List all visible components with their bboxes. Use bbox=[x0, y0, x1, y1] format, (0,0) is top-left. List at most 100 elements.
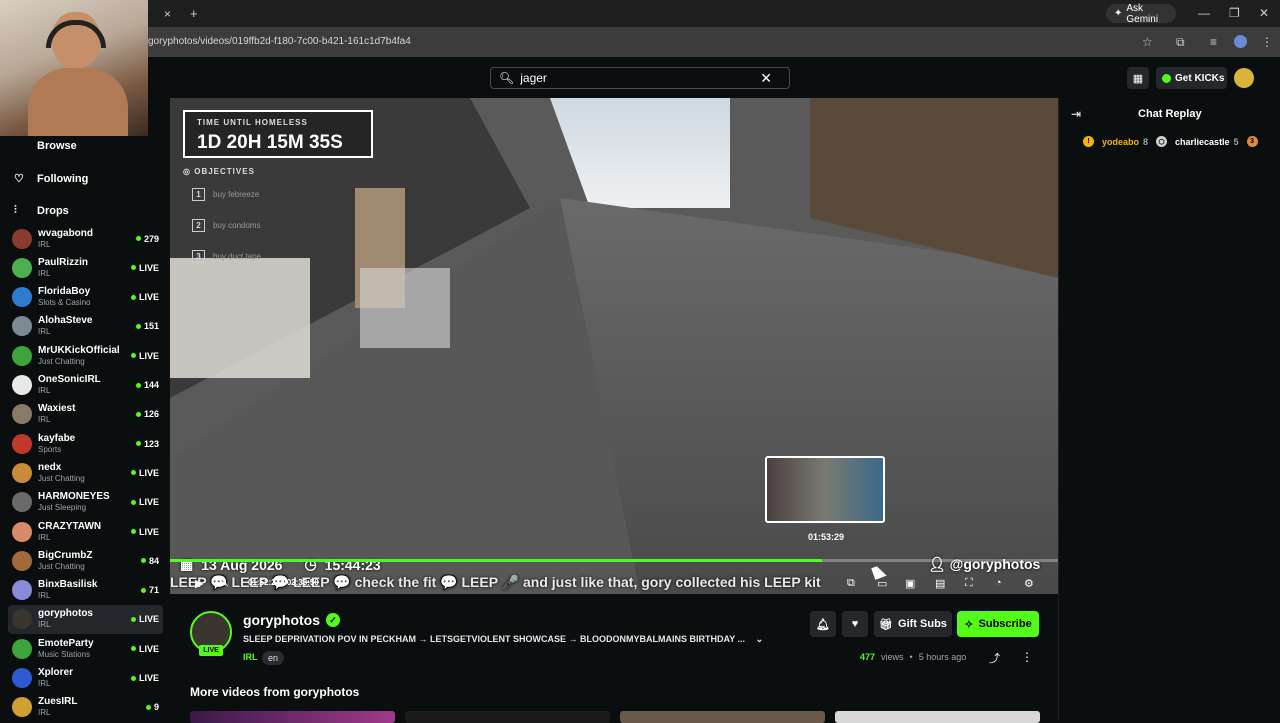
sidebar-channel-zuesirl[interactable]: ZuesIRL IRL 9 bbox=[8, 693, 163, 722]
clip-icon[interactable]: ⧉ bbox=[847, 577, 855, 590]
nav-drops[interactable]: ⫶ Drops bbox=[14, 204, 69, 217]
leader-2-name[interactable]: charliecastle bbox=[1175, 137, 1230, 147]
leader-1-name[interactable]: yodeabo bbox=[1102, 137, 1139, 147]
sidebar-channel-wvagabond[interactable]: wvagabond IRL 279 bbox=[8, 224, 163, 253]
channel-category: IRL bbox=[38, 708, 51, 718]
channel-text: Waxiest IRL bbox=[38, 403, 136, 425]
subscribe-label: Subscribe bbox=[978, 618, 1032, 630]
sidebar-channel-xplorer[interactable]: Xplorer IRL LIVE bbox=[8, 664, 163, 693]
channel-status-text: LIVE bbox=[138, 614, 159, 625]
play-icon[interactable]: ▶ bbox=[195, 577, 203, 590]
theater-icon[interactable]: ▭ bbox=[877, 577, 887, 590]
new-tab-button[interactable]: + bbox=[190, 6, 198, 21]
channel-status: LIVE bbox=[130, 468, 159, 478]
notify-button[interactable]: 🔔︎ bbox=[810, 611, 836, 637]
video-thumbnail-3[interactable] bbox=[620, 711, 825, 723]
sidebar-channel-emoteparty[interactable]: EmoteParty Music Stations LIVE bbox=[8, 634, 163, 663]
share-icon[interactable]: ⤴ bbox=[989, 650, 1000, 666]
sidebar-channel-crazytawn[interactable]: CRAZYTAWN IRL LIVE bbox=[8, 517, 163, 546]
kicks-coin-icon bbox=[1162, 73, 1171, 83]
settings-gear-icon[interactable]: ⚙ bbox=[1024, 577, 1034, 590]
speed-icon[interactable]: ◔ bbox=[995, 577, 1002, 589]
captions-icon[interactable]: ▣ bbox=[905, 577, 915, 590]
collapse-chat-icon[interactable]: ⇥ bbox=[1071, 107, 1081, 121]
video-thumbnail-4[interactable] bbox=[835, 711, 1040, 723]
channel-text: nedx Just Chatting bbox=[38, 462, 131, 484]
video-thumbnail-2[interactable] bbox=[405, 711, 610, 723]
video-frame bbox=[170, 98, 1058, 594]
objective-1: 1 buy febreeze bbox=[192, 188, 259, 201]
follow-button[interactable]: ♥ bbox=[842, 611, 868, 637]
live-dot bbox=[130, 616, 136, 622]
video-player[interactable] bbox=[170, 98, 1058, 594]
webcam-overlay bbox=[0, 0, 148, 136]
channel-text: BinxBasilisk IRL bbox=[38, 579, 141, 601]
sidebar-channel-harmoneyes[interactable]: HARMONEYES Just Sleeping LIVE bbox=[8, 488, 163, 517]
sidebar-channel-floridaboy[interactable]: FloridaBoy Slots & Casino LIVE bbox=[8, 283, 163, 312]
minimize-icon[interactable]: — bbox=[1198, 6, 1210, 20]
sidebar-channel-waxiest[interactable]: Waxiest IRL 126 bbox=[8, 400, 163, 429]
channel-name[interactable]: goryphotos bbox=[243, 612, 320, 628]
sidebar-channel-goryphotos[interactable]: goryphotos IRL LIVE bbox=[8, 604, 163, 634]
bookmark-star-icon[interactable]: ☆ bbox=[1142, 35, 1153, 49]
window-close-icon[interactable]: ✕ bbox=[1259, 6, 1269, 20]
ask-gemini-button[interactable]: ✦ Ask Gemini bbox=[1106, 3, 1176, 25]
mute-icon[interactable]: 🔇︎ bbox=[222, 577, 229, 590]
channel-status-text: 279 bbox=[143, 233, 159, 244]
channel-status: 126 bbox=[135, 409, 159, 419]
more-options-icon[interactable]: ⋮ bbox=[1021, 650, 1033, 664]
profile-avatar[interactable] bbox=[1234, 35, 1247, 48]
sidebar-channel-paulrizzin[interactable]: PaulRizzin IRL LIVE bbox=[8, 253, 163, 282]
sidebar-channel-mrukkickofficial[interactable]: MrUKKickOfficial Just Chatting LIVE bbox=[8, 341, 163, 370]
miniplayer-icon[interactable]: ▤ bbox=[935, 577, 945, 590]
channel-avatar bbox=[12, 257, 32, 278]
sidebar-channel-onesonicirl[interactable]: OneSonicIRL IRL 144 bbox=[8, 371, 163, 400]
sidebar-channel-nedx[interactable]: nedx Just Chatting LIVE bbox=[8, 458, 163, 487]
video-thumbnail-1[interactable] bbox=[190, 711, 395, 723]
nav-following[interactable]: ♡ Following bbox=[14, 172, 88, 186]
live-dot bbox=[130, 470, 136, 476]
search-input[interactable] bbox=[520, 71, 761, 85]
restore-icon[interactable]: ❐ bbox=[1229, 6, 1240, 20]
language-tag[interactable]: en bbox=[262, 651, 285, 665]
layout-toggle-button[interactable]: ▦ bbox=[1127, 67, 1149, 89]
nav-browse[interactable]: Browse bbox=[14, 140, 77, 152]
silver-badge-icon: ⬡ bbox=[1156, 136, 1168, 147]
gift-subs-button[interactable]: 🎁︎ Gift Subs bbox=[874, 611, 952, 637]
channel-status: 279 bbox=[135, 233, 159, 244]
chat-leaderboard: ! yodeabo 8 ⬡ charliecastle 5 3 bbox=[1083, 136, 1258, 147]
channel-category: IRL bbox=[38, 679, 51, 688]
channel-category: Just Chatting bbox=[38, 561, 85, 571]
subscribe-button[interactable]: ✧ Subscribe bbox=[957, 611, 1039, 637]
channel-status-text: 84 bbox=[148, 555, 159, 566]
media-icon[interactable]: ≡ bbox=[1210, 35, 1217, 49]
fullscreen-icon[interactable]: ⛶ bbox=[965, 577, 973, 590]
drops-icon: ⫶ bbox=[14, 204, 17, 216]
channel-status-text: LIVE bbox=[138, 262, 159, 273]
sidebar-channel-binxbasilisk[interactable]: BinxBasilisk IRL 71 bbox=[8, 576, 163, 605]
nav-browse-label: Browse bbox=[37, 140, 77, 152]
category-link[interactable]: IRL bbox=[243, 652, 258, 662]
channel-text: OneSonicIRL IRL bbox=[38, 374, 136, 396]
user-avatar[interactable] bbox=[1234, 68, 1254, 88]
channel-avatar bbox=[12, 228, 32, 249]
channel-avatar bbox=[12, 521, 32, 542]
seek-bar[interactable] bbox=[170, 559, 1058, 562]
close-tab-icon[interactable]: × bbox=[164, 7, 171, 21]
nav-drops-label: Drops bbox=[37, 204, 69, 217]
sidebar-channel-bigcrumbz[interactable]: BigCrumbZ Just Chatting 84 bbox=[8, 546, 163, 575]
menu-dots-icon[interactable]: ⋮ bbox=[1261, 35, 1273, 49]
sidebar-channel-alohasteve[interactable]: AlohaSteve IRL 151 bbox=[8, 312, 163, 341]
channel-name: OneSonicIRL bbox=[38, 374, 101, 385]
chevron-down-icon[interactable]: ⌄ bbox=[756, 634, 764, 644]
search-box[interactable]: 🔍︎ ✕ bbox=[490, 67, 790, 89]
channel-status: 9 bbox=[145, 702, 159, 712]
extensions-icon[interactable]: ⧉ bbox=[1176, 35, 1185, 50]
sidebar-channel-kayfabe[interactable]: kayfabe Sports 123 bbox=[8, 429, 163, 458]
clear-search-icon[interactable]: ✕ bbox=[760, 70, 772, 87]
url-text[interactable]: goryphotos/videos/019ffb2d-f180-7c00-b42… bbox=[148, 36, 411, 47]
channel-status: LIVE bbox=[130, 644, 159, 654]
channel-text: Xplorer IRL bbox=[38, 667, 131, 689]
hud-label: TIME UNTIL HOMELESS bbox=[197, 118, 308, 127]
get-kicks-button[interactable]: Get KICKs bbox=[1156, 67, 1227, 89]
